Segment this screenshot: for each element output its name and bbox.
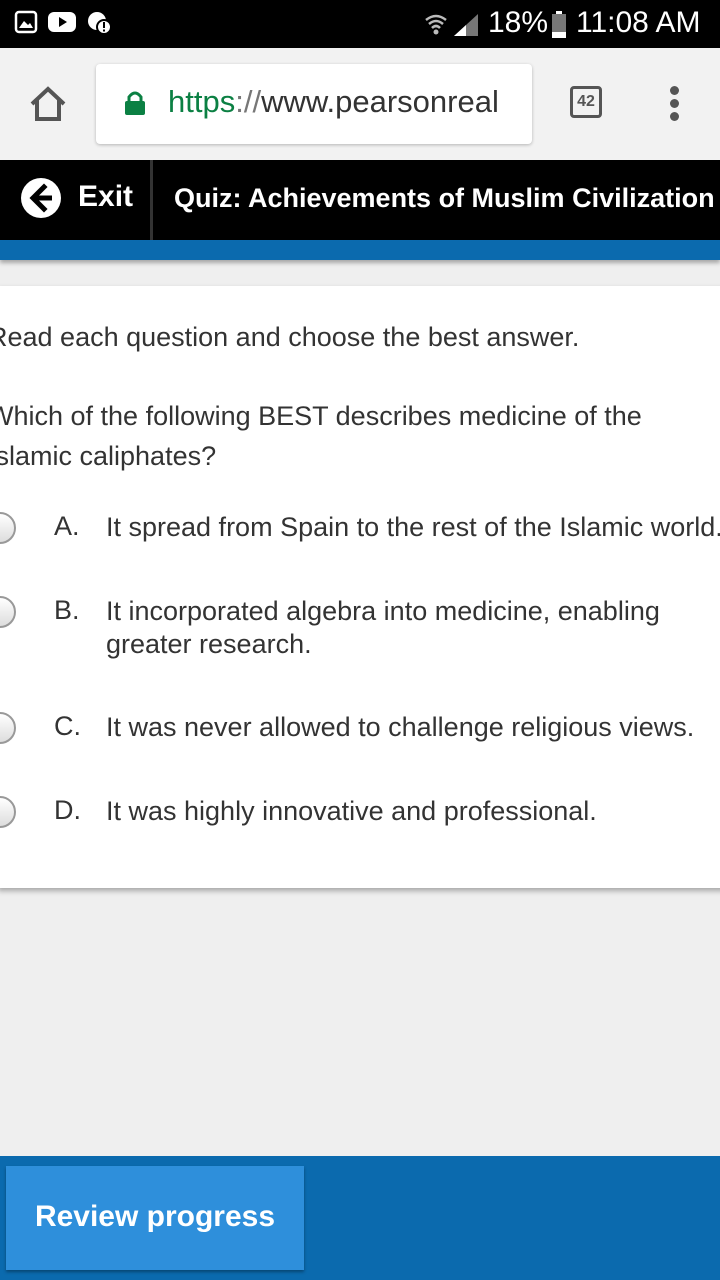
address-bar[interactable]: https://www.pearsonreal — [96, 64, 532, 144]
option-letter: B. — [54, 595, 80, 625]
url-text: https://www.pearsonreal — [168, 84, 499, 120]
radio-button-a[interactable] — [0, 512, 16, 544]
radio-button-d[interactable] — [0, 796, 16, 828]
url-separator: :// — [235, 84, 262, 119]
exit-label: Exit — [78, 180, 134, 213]
instructions-text: Read each question and choose the best a… — [0, 322, 580, 352]
battery-icon — [552, 11, 566, 38]
question-text: Which of the following BEST describes me… — [0, 401, 642, 471]
option-text: It was highly innovative and professiona… — [106, 796, 597, 826]
option-text: It spread from Spain to the rest of the … — [106, 512, 720, 542]
header-accent-bar — [0, 240, 720, 260]
radio-button-c[interactable] — [0, 712, 16, 744]
browser-toolbar: https://www.pearsonreal 42 — [0, 48, 720, 160]
option-text: It incorporated algebra into medicine, e… — [106, 596, 660, 659]
quiz-title: Quiz: Achievements of Muslim Civilizatio… — [174, 183, 715, 213]
radio-button-b[interactable] — [0, 596, 16, 628]
option-letter: D. — [54, 795, 81, 825]
question-card: Read each question and choose the best a… — [0, 286, 720, 888]
url-scheme: https — [168, 84, 236, 119]
option-letter: A. — [54, 511, 80, 541]
quiz-header: Exit Quiz: Achievements of Muslim Civili… — [0, 160, 720, 240]
option-text: It was never allowed to challenge religi… — [106, 712, 695, 742]
notification-alert-icon — [88, 12, 112, 35]
lock-icon — [125, 91, 145, 115]
status-bar: 18% 11:08 AM — [0, 0, 720, 48]
review-progress-button[interactable]: Review progress — [6, 1166, 304, 1270]
back-arrow-icon — [21, 178, 61, 218]
exit-button[interactable]: Exit — [0, 160, 150, 240]
wifi-icon — [425, 14, 447, 35]
battery-percent: 18% — [488, 6, 549, 39]
home-icon[interactable] — [28, 84, 68, 124]
option-letter: C. — [54, 711, 81, 741]
youtube-notification-icon — [48, 12, 76, 32]
footer-bar: Review progress — [0, 1156, 720, 1280]
clock: 11:08 AM — [576, 6, 701, 39]
signal-icon — [454, 14, 478, 36]
header-divider — [150, 160, 153, 240]
gallery-notification-icon — [14, 10, 38, 34]
review-progress-label: Review progress — [34, 1200, 276, 1233]
tab-switcher-button[interactable]: 42 — [570, 86, 602, 118]
url-host: www.pearsonreal — [261, 84, 499, 119]
overflow-menu-icon[interactable] — [668, 86, 680, 122]
